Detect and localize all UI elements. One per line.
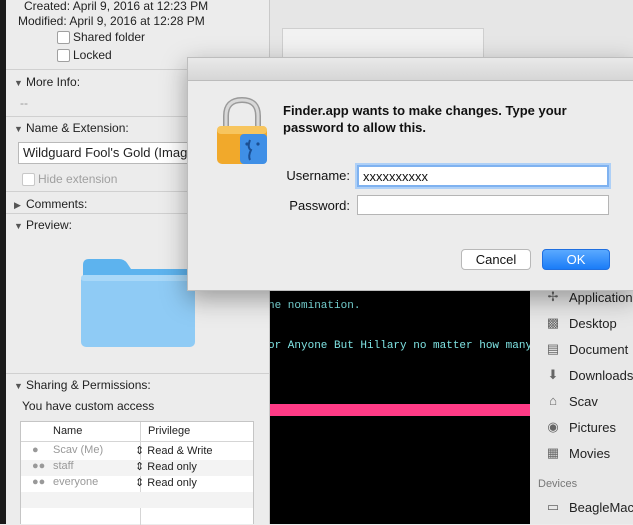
table-row-empty: [21, 492, 253, 508]
row-name: staff: [53, 460, 74, 472]
password-input[interactable]: [357, 195, 609, 215]
sidebar-item-pictures[interactable]: ◉ Pictures: [544, 416, 616, 438]
table-row[interactable]: ●● staff ⇕ Read only: [21, 460, 253, 476]
dialog-titlebar[interactable]: [188, 58, 633, 81]
locked-label: Locked: [73, 48, 112, 62]
shared-folder-label: Shared folder: [73, 30, 146, 44]
created-date: Created: April 9, 2016 at 12:23 PM: [24, 0, 209, 13]
table-row[interactable]: ●● everyone ⇕ Read only: [21, 476, 253, 492]
sidebar-item-movies[interactable]: ▦ Movies: [544, 442, 610, 464]
privilege-value: Read only: [147, 477, 197, 489]
sidebar-item-label: Downloads: [569, 367, 633, 383]
sidebar-item-label: BeagleMac: [569, 499, 633, 515]
sidebar-item-label: Movies: [569, 445, 611, 461]
terminal-highlight-bar: [268, 404, 530, 416]
downloads-icon: ⬇: [547, 367, 559, 382]
table-row[interactable]: ● Scav (Me) ⇕ Read & Write: [21, 444, 253, 460]
desktop-icon: ▩: [546, 315, 560, 330]
sidebar-item-label: Scav: [569, 393, 598, 409]
disclosure-down-icon: ▼: [14, 381, 23, 391]
header-divider: [21, 441, 253, 442]
privilege-value: Read & Write: [147, 445, 213, 457]
terminal-line: or Anyone But Hillary no matter how many: [268, 340, 533, 352]
folder-icon: [81, 259, 195, 347]
divider: [6, 373, 269, 374]
section-title: Comments:: [26, 197, 88, 211]
username-label: Username:: [286, 168, 350, 183]
computer-icon: ▭: [546, 499, 560, 514]
section-title: Name & Extension:: [26, 121, 129, 135]
ok-button[interactable]: OK: [542, 249, 610, 270]
sidebar-item-label: Document: [569, 341, 629, 357]
sidebar-item-label: Desktop: [569, 315, 617, 331]
sidebar-item-label: Pictures: [569, 419, 616, 435]
privilege-select[interactable]: ⇕ Read & Write: [135, 444, 213, 457]
privilege-value: Read only: [147, 461, 197, 473]
column-header-name[interactable]: Name: [53, 425, 82, 437]
more-info-header[interactable]: ▼ More Info:: [14, 75, 80, 89]
home-icon: ⌂: [549, 393, 557, 408]
sidebar-item-documents[interactable]: ▤ Document: [544, 338, 628, 360]
documents-icon: ▤: [546, 341, 560, 356]
everyone-icon: ●●: [32, 476, 46, 488]
sidebar-item-device[interactable]: ▭ BeagleMac: [544, 496, 633, 518]
terminal-line: ne nomination.: [268, 300, 361, 312]
sidebar-item-scav[interactable]: ⌂ Scav: [544, 390, 598, 412]
modified-date: Modified: April 9, 2016 at 12:28 PM: [18, 14, 205, 28]
disclosure-down-icon: ▼: [14, 124, 23, 134]
auth-dialog: Finder.app wants to make changes. Type y…: [187, 57, 633, 291]
comments-header[interactable]: ▶ Comments:: [14, 197, 87, 211]
section-title: More Info:: [26, 75, 81, 89]
permissions-table: Name Privilege ● Scav (Me) ⇕ Read & Writ…: [20, 421, 254, 525]
stepper-icon: ⇕: [135, 445, 145, 457]
privilege-select[interactable]: ⇕ Read only: [135, 460, 197, 473]
sharing-permissions-header[interactable]: ▼ Sharing & Permissions:: [14, 378, 151, 392]
sidebar-section-devices: Devices: [538, 478, 578, 490]
stepper-icon: ⇕: [135, 461, 145, 473]
disclosure-down-icon: ▼: [14, 78, 23, 88]
shared-folder-checkbox[interactable]: [57, 31, 70, 44]
lock-icon: [217, 96, 267, 164]
password-label: Password:: [289, 198, 350, 213]
section-title: Preview:: [26, 218, 73, 232]
disclosure-right-icon: ▶: [14, 200, 21, 210]
group-icon: ●●: [32, 460, 46, 472]
cancel-button[interactable]: Cancel: [461, 249, 531, 270]
sidebar-item-desktop[interactable]: ▩ Desktop: [544, 312, 617, 334]
custom-access-label: You have custom access: [22, 399, 155, 413]
user-icon: ●: [32, 444, 39, 456]
stepper-icon: ⇕: [135, 477, 145, 489]
section-title: Sharing & Permissions:: [26, 378, 151, 392]
sidebar-item-label: Application: [569, 289, 633, 305]
dialog-message: Finder.app wants to make changes. Type y…: [283, 103, 567, 135]
row-name: Scav (Me): [53, 444, 104, 456]
username-input[interactable]: [357, 165, 609, 187]
row-name: everyone: [53, 476, 99, 488]
applications-icon: ✢: [547, 289, 559, 304]
disclosure-down-icon: ▼: [14, 221, 23, 231]
more-info-value: --: [20, 96, 28, 110]
locked-checkbox[interactable]: [57, 49, 70, 62]
privilege-select[interactable]: ⇕ Read only: [135, 476, 197, 489]
film-icon: ▦: [546, 445, 560, 460]
column-header-privilege[interactable]: Privilege: [148, 425, 190, 437]
camera-icon: ◉: [547, 419, 559, 434]
name-extension-header[interactable]: ▼ Name & Extension:: [14, 121, 129, 135]
finder-sidebar: ✢ Application ▩ Desktop ▤ Document ⬇ Dow…: [530, 282, 633, 524]
sidebar-item-downloads[interactable]: ⬇ Downloads: [544, 364, 633, 386]
hide-extension-label: Hide extension: [38, 172, 118, 186]
preview-header[interactable]: ▼ Preview:: [14, 218, 72, 232]
hide-extension-checkbox[interactable]: [22, 173, 35, 186]
